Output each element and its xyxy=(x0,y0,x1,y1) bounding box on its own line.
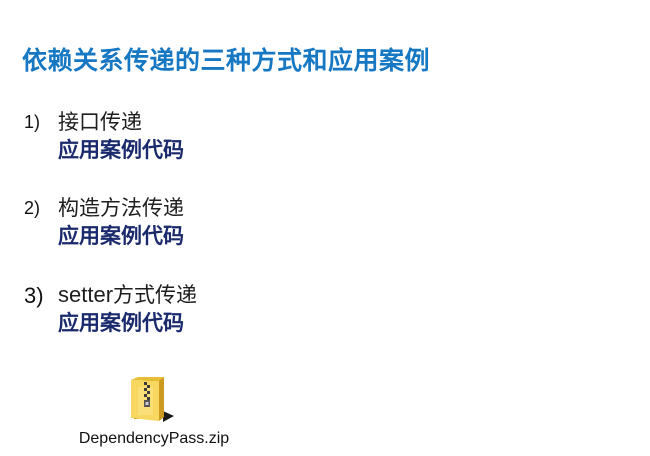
case-code-link-1[interactable]: 应用案例代码 xyxy=(58,136,184,164)
item-label-cn: 方式传递 xyxy=(113,283,198,307)
case-code-link-3[interactable]: 应用案例代码 xyxy=(58,309,184,337)
item-number: 1) xyxy=(24,112,41,132)
item-label: 接口传递 xyxy=(58,110,142,134)
item-number: 3) xyxy=(24,283,44,308)
item-number: 2) xyxy=(24,198,41,218)
zip-filename: DependencyPass.zip xyxy=(78,430,230,447)
zip-folder-icon xyxy=(126,375,178,425)
page-title: 依赖关系传递的三种方式和应用案例 xyxy=(22,46,431,75)
item-label: setter方式传递 xyxy=(58,281,197,309)
zip-attachment[interactable]: DependencyPass.zip xyxy=(64,375,244,453)
case-code-link-2[interactable]: 应用案例代码 xyxy=(58,222,184,250)
item-label-latin: setter xyxy=(58,282,114,307)
item-label: 构造方法传递 xyxy=(58,196,184,220)
